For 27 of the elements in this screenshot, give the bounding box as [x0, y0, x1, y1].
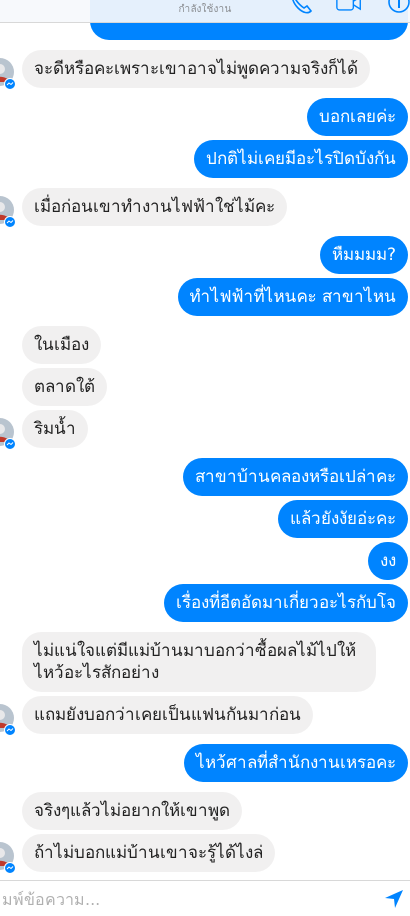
message-bubble: จริงๆแล้วไม่อยากให้เขาพูด [22, 792, 242, 830]
message-bubble: ในเมือง [22, 326, 101, 364]
message-bubble: ไม่แน่ใจแต่มีแม่บ้านมาบอกว่าซื้อผลไม้ไปให้ไหว้อะไรสักอย่าง [22, 632, 376, 692]
message-bubble: ทำไฟฟ้าที่ไหนคะ สาขาไหน [178, 278, 408, 316]
message-bubble: ริมน้ำ [22, 410, 88, 448]
messenger-badge-icon [4, 724, 16, 736]
message-input-field[interactable]: มพ์ข้อความ... [0, 880, 410, 916]
message-bubble: ถ้าไม่บอกแม่บ้านเขาจะรู้ได้ไงล่ [22, 834, 275, 872]
message-bubble: ตลาดใต้ [22, 368, 107, 406]
message-bubble: บอกเลยค่ะ [307, 98, 408, 136]
message-bubble: ปกติไม่เคยมีอะไรปิดบังกัน [194, 140, 408, 178]
message-bubble: หืมมมม? [320, 236, 408, 274]
message-bubble: แล้วยังงัยอ่ะคะ [278, 500, 408, 538]
messenger-badge-icon [4, 78, 16, 90]
message-bubble: เรื่องที่อีตอัดมาเกี่ยวอะไรกับโจ [164, 584, 408, 622]
message-bubble: เมื่อก่อนเขาทำงานไฟฟ้าใช่ไม้คะ [22, 188, 287, 226]
message-bubble: สาขาบ้านคลองหรือเปล่าคะ [183, 458, 408, 496]
active-status: กำลังใช้งาน [178, 2, 232, 16]
messenger-badge-icon [4, 438, 16, 450]
messenger-badge-icon [4, 216, 16, 228]
message-bubble: แถมยังบอกว่าเคยเป็นแฟนกันมาก่อน [22, 696, 313, 734]
send-icon[interactable] [384, 889, 404, 909]
message-bubble: งง [368, 542, 408, 580]
messenger-badge-icon [4, 862, 16, 874]
message-bubble: จะดีหรือคะเพราะเขาอาจไม่พูดความจริงก็ได้ [22, 50, 370, 88]
message-bubble: ไหว้ศาลที่สำนักงานเหรอคะ [184, 744, 408, 782]
placeholder-text: มพ์ข้อความ... [2, 888, 100, 910]
